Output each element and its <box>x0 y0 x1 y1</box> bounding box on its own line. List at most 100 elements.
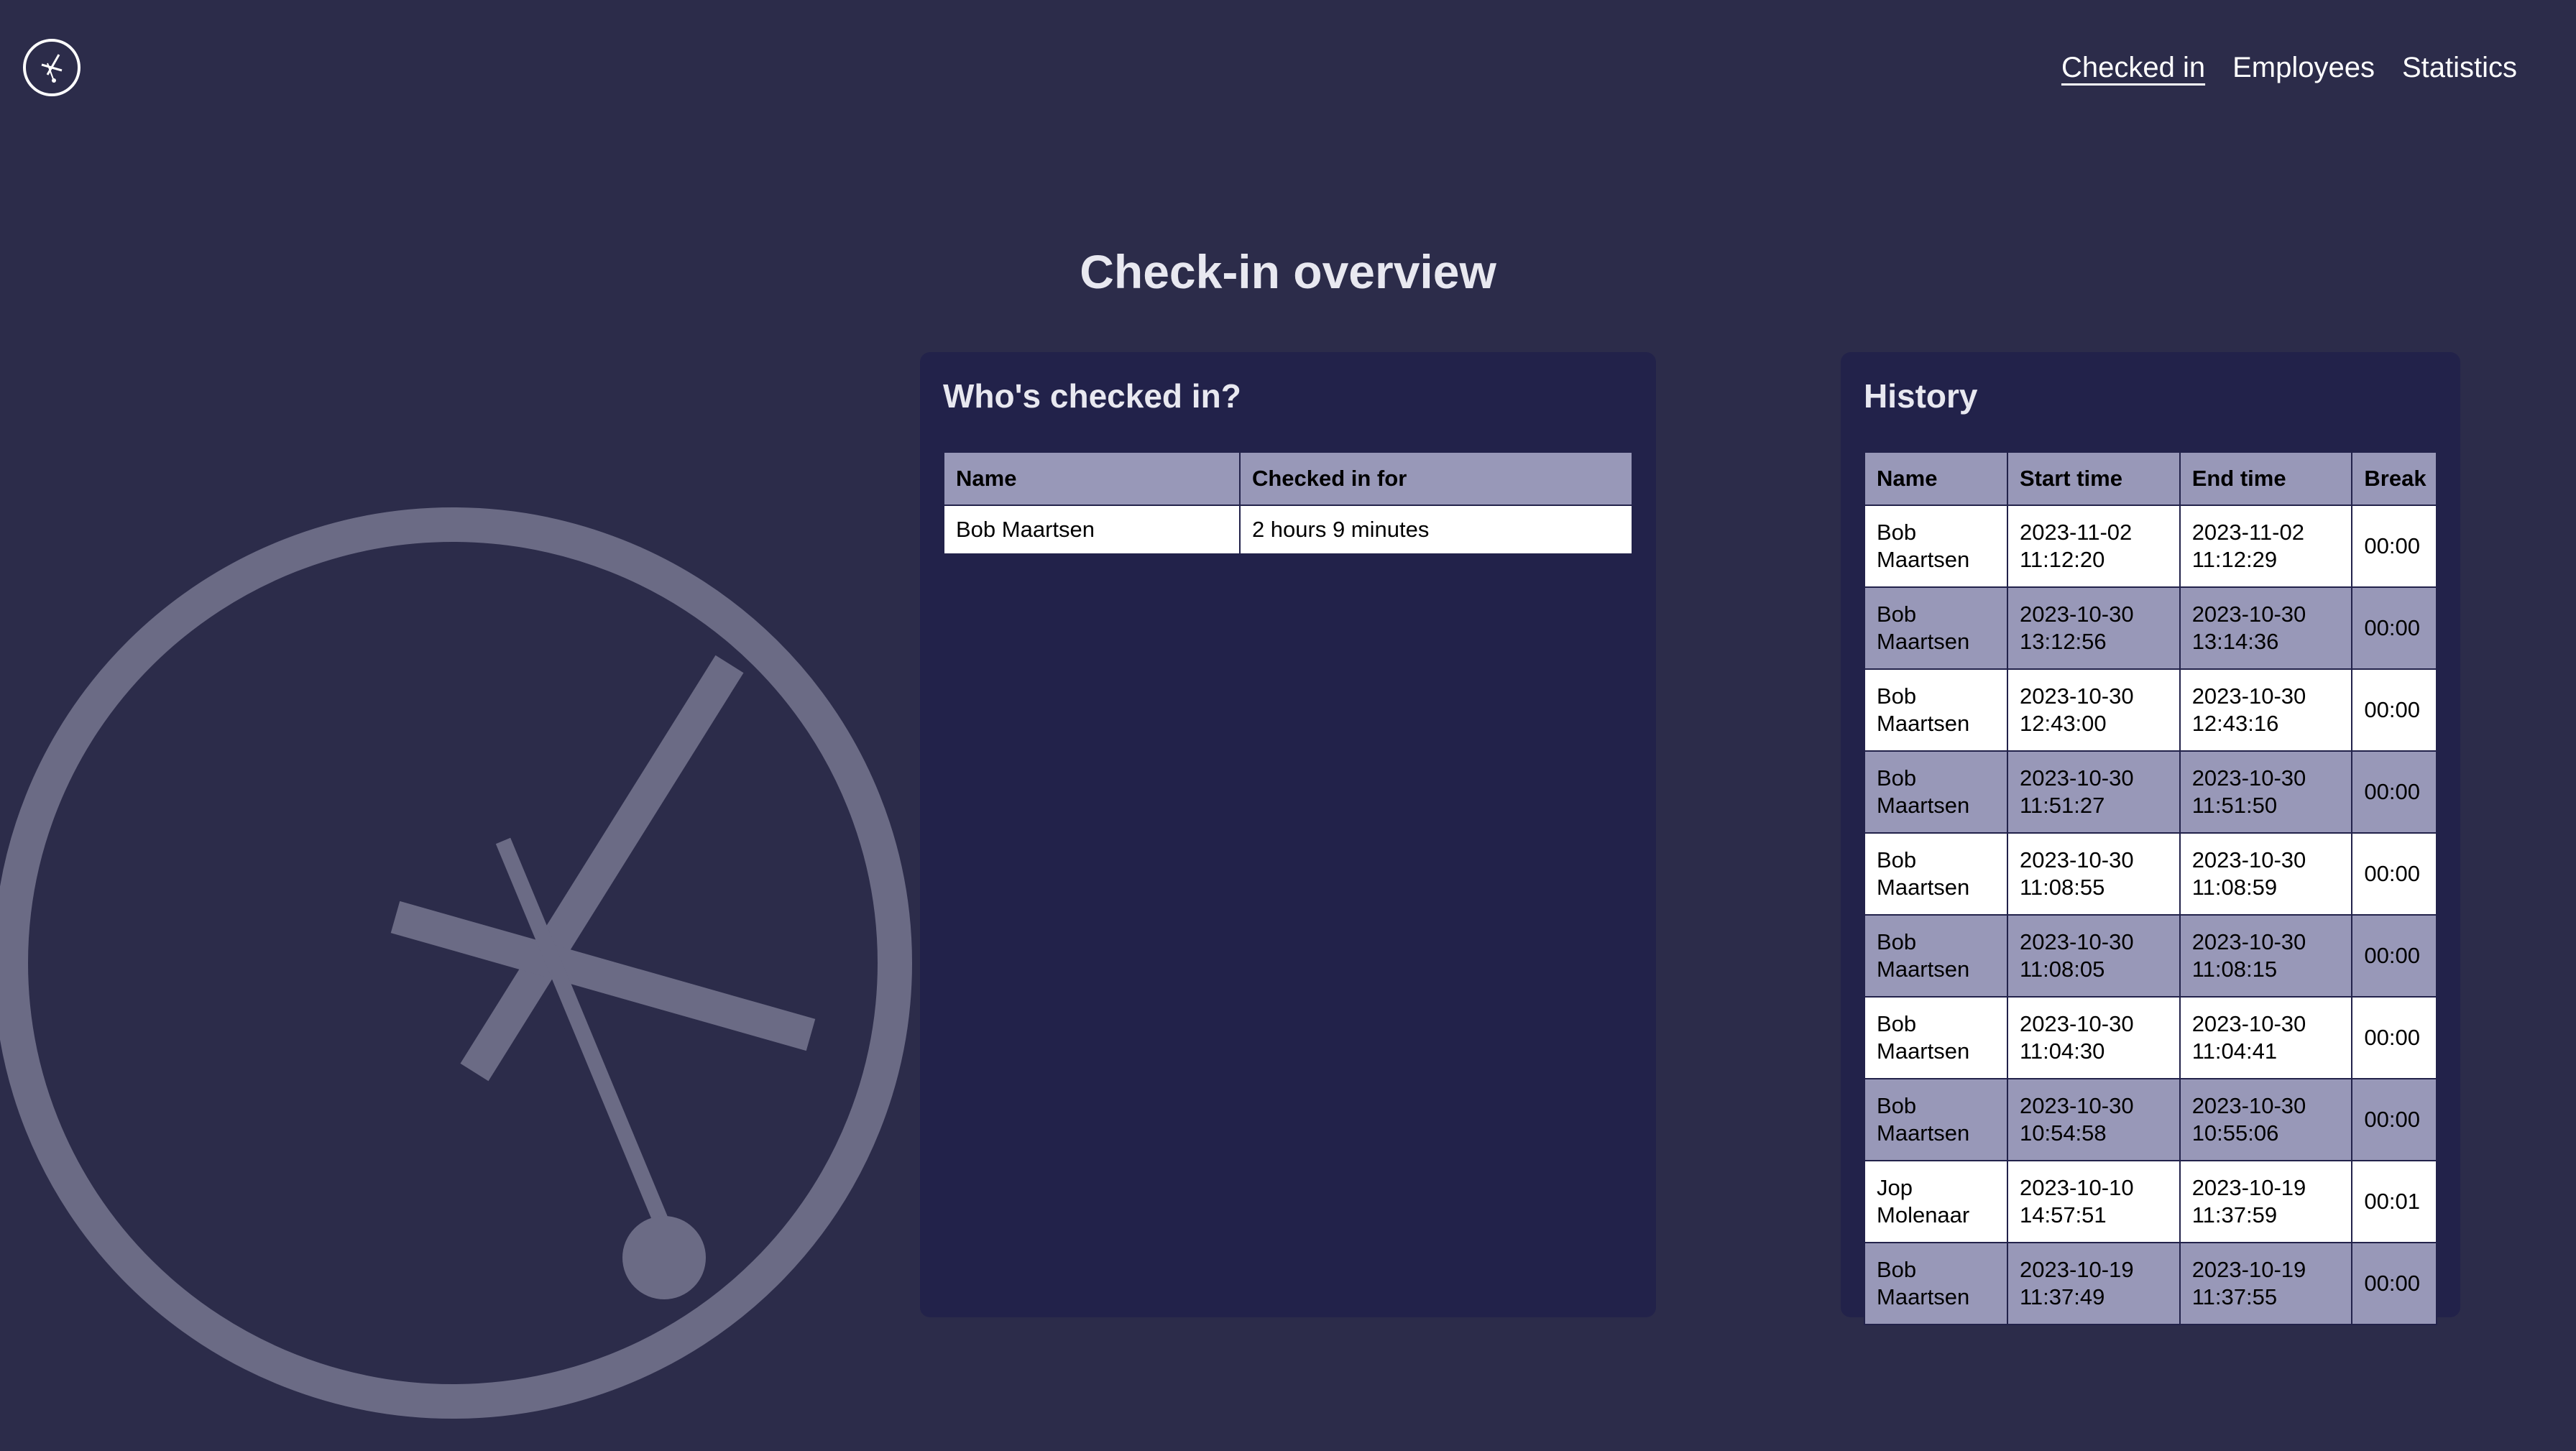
name-first: Bob <box>1877 683 1917 709</box>
cell-name: Bob Maartsen <box>943 505 1241 555</box>
cell-break: 00:00 <box>2351 1078 2437 1161</box>
table-row: Bob Maartsen 2023-10-30 13:12:56 2023-10-3… <box>1864 586 2437 670</box>
end-time: 10:55:06 <box>2191 1120 2279 1146</box>
end-time: 11:51:50 <box>2191 793 2278 818</box>
cell-end: 2023-10-30 11:51:50 <box>2179 750 2353 834</box>
cell-start: 2023-10-30 13:12:56 <box>2006 586 2181 670</box>
column-header-name: Name <box>943 451 1241 506</box>
cell-start: 2023-10-19 11:37:49 <box>2006 1242 2181 1325</box>
name-first: Bob <box>1877 847 1917 872</box>
name-first: Bob <box>1877 1257 1917 1282</box>
cell-name: Bob Maartsen <box>1864 750 2008 834</box>
cell-name: Bob Maartsen <box>1864 586 2008 670</box>
nav-link-employees[interactable]: Employees <box>2232 52 2375 84</box>
name-last: Maartsen <box>1877 875 1970 900</box>
table-row: Bob Maartsen 2023-10-30 10:54:58 2023-10-3… <box>1864 1078 2437 1161</box>
column-header-checked-in-for: Checked in for <box>1238 451 1634 506</box>
start-time: 12:43:00 <box>2019 711 2107 736</box>
history-title: History <box>1864 377 1978 415</box>
end-date: 2023-11-02 <box>2191 520 2304 545</box>
table-row: Bob Maartsen 2023-10-30 11:08:05 2023-10-3… <box>1864 914 2437 998</box>
end-date: 2023-10-30 <box>2191 602 2306 627</box>
checked-in-title: Who's checked in? <box>943 377 1241 415</box>
history-table: Name Start time End time Break Bob Maarts… <box>1864 451 2437 1325</box>
end-date: 2023-10-30 <box>2191 929 2306 954</box>
table-row: Bob Maartsen 2023-10-30 12:43:00 2023-10-3… <box>1864 668 2437 752</box>
column-header-end-time: End time <box>2179 451 2353 506</box>
cell-end: 2023-10-30 11:04:41 <box>2179 996 2353 1079</box>
cell-start: 2023-10-30 11:08:55 <box>2006 832 2181 916</box>
start-time: 11:37:49 <box>2019 1284 2105 1309</box>
cell-name: Bob Maartsen <box>1864 996 2008 1079</box>
cell-name: Bob Maartsen <box>1864 1242 2008 1325</box>
end-date: 2023-10-30 <box>2191 847 2306 872</box>
cell-end: 2023-10-30 11:08:59 <box>2179 832 2353 916</box>
start-date: 2023-10-30 <box>2019 602 2134 627</box>
cell-break: 00:00 <box>2351 750 2437 834</box>
end-date: 2023-10-30 <box>2191 1093 2306 1118</box>
nav-link-statistics[interactable]: Statistics <box>2402 52 2517 84</box>
start-time: 11:12:20 <box>2019 547 2105 572</box>
end-time: 11:12:29 <box>2191 547 2278 572</box>
cell-start: 2023-10-30 12:43:00 <box>2006 668 2181 752</box>
name-last: Maartsen <box>1877 1120 1970 1146</box>
column-header-break: Break <box>2351 451 2437 506</box>
cell-start: 2023-10-30 10:54:58 <box>2006 1078 2181 1161</box>
table-row: Bob Maartsen 2023-11-02 11:12:20 2023-11-0… <box>1864 505 2437 588</box>
cell-break: 00:00 <box>2351 914 2437 998</box>
nav-link-checked-in[interactable]: Checked in <box>2061 52 2205 84</box>
start-date: 2023-11-02 <box>2019 520 2133 545</box>
start-date: 2023-10-30 <box>2019 929 2134 954</box>
end-time: 12:43:16 <box>2191 711 2279 736</box>
cell-end: 2023-10-19 11:37:59 <box>2179 1160 2353 1243</box>
end-time: 11:37:55 <box>2191 1284 2278 1309</box>
checked-in-panel: Who's checked in? Name Checked in for Bo… <box>920 352 1656 1317</box>
name-first: Bob <box>1877 1093 1917 1118</box>
cell-name: Bob Maartsen <box>1864 832 2008 916</box>
start-date: 2023-10-19 <box>2019 1257 2134 1282</box>
cell-break: 00:00 <box>2351 996 2437 1079</box>
name-last: Maartsen <box>1877 711 1970 736</box>
table-header-row: Name Checked in for <box>943 451 1634 506</box>
end-date: 2023-10-30 <box>2191 683 2306 709</box>
name-first: Bob <box>1877 602 1917 627</box>
name-first: Jop <box>1877 1175 1913 1200</box>
cell-start: 2023-10-30 11:08:05 <box>2006 914 2181 998</box>
main-nav: Checked in Employees Statistics <box>2061 52 2517 84</box>
column-header-name: Name <box>1864 451 2008 506</box>
table-row: Jop Molenaar 2023-10-10 14:57:51 2023-10-1… <box>1864 1160 2437 1243</box>
table-row: Bob Maartsen 2023-10-30 11:04:30 2023-10-3… <box>1864 996 2437 1079</box>
end-time: 13:14:36 <box>2191 629 2279 654</box>
cell-break: 00:00 <box>2351 1242 2437 1325</box>
table-row: Bob Maartsen 2023-10-30 11:08:55 2023-10-3… <box>1864 832 2437 916</box>
name-first: Bob <box>1877 520 1917 545</box>
cell-end: 2023-10-19 11:37:55 <box>2179 1242 2353 1325</box>
start-date: 2023-10-30 <box>2019 1011 2134 1036</box>
end-date: 2023-10-19 <box>2191 1257 2306 1282</box>
history-panel: History Name Start time End time Break B… <box>1841 352 2460 1325</box>
cell-end: 2023-10-30 12:43:16 <box>2179 668 2353 752</box>
table-row: Bob Maartsen 2023-10-30 11:51:27 2023-10-3… <box>1864 750 2437 834</box>
cell-start: 2023-10-30 11:51:27 <box>2006 750 2181 834</box>
cell-break: 00:01 <box>2351 1160 2437 1243</box>
cell-break: 00:00 <box>2351 668 2437 752</box>
cell-name: Bob Maartsen <box>1864 1078 2008 1161</box>
cell-end: 2023-10-30 11:08:15 <box>2179 914 2353 998</box>
name-last: Maartsen <box>1877 793 1970 818</box>
start-date: 2023-10-30 <box>2019 847 2134 872</box>
name-first: Bob <box>1877 1011 1917 1036</box>
page-title: Check-in overview <box>1080 245 1496 298</box>
start-time: 13:12:56 <box>2019 629 2107 654</box>
name-last: Maartsen <box>1877 1284 1970 1309</box>
cell-duration: 2 hours 9 minutes <box>1238 505 1634 555</box>
start-time: 11:08:55 <box>2019 875 2105 900</box>
cell-name: Bob Maartsen <box>1864 914 2008 998</box>
start-time: 14:57:51 <box>2019 1202 2107 1227</box>
start-date: 2023-10-30 <box>2019 683 2134 709</box>
start-time: 11:51:27 <box>2019 793 2105 818</box>
cell-break: 00:00 <box>2351 505 2437 588</box>
name-first: Bob <box>1877 929 1917 954</box>
clock-icon[interactable] <box>22 37 82 98</box>
cell-start: 2023-10-10 14:57:51 <box>2006 1160 2181 1243</box>
start-time: 11:08:05 <box>2019 957 2105 982</box>
